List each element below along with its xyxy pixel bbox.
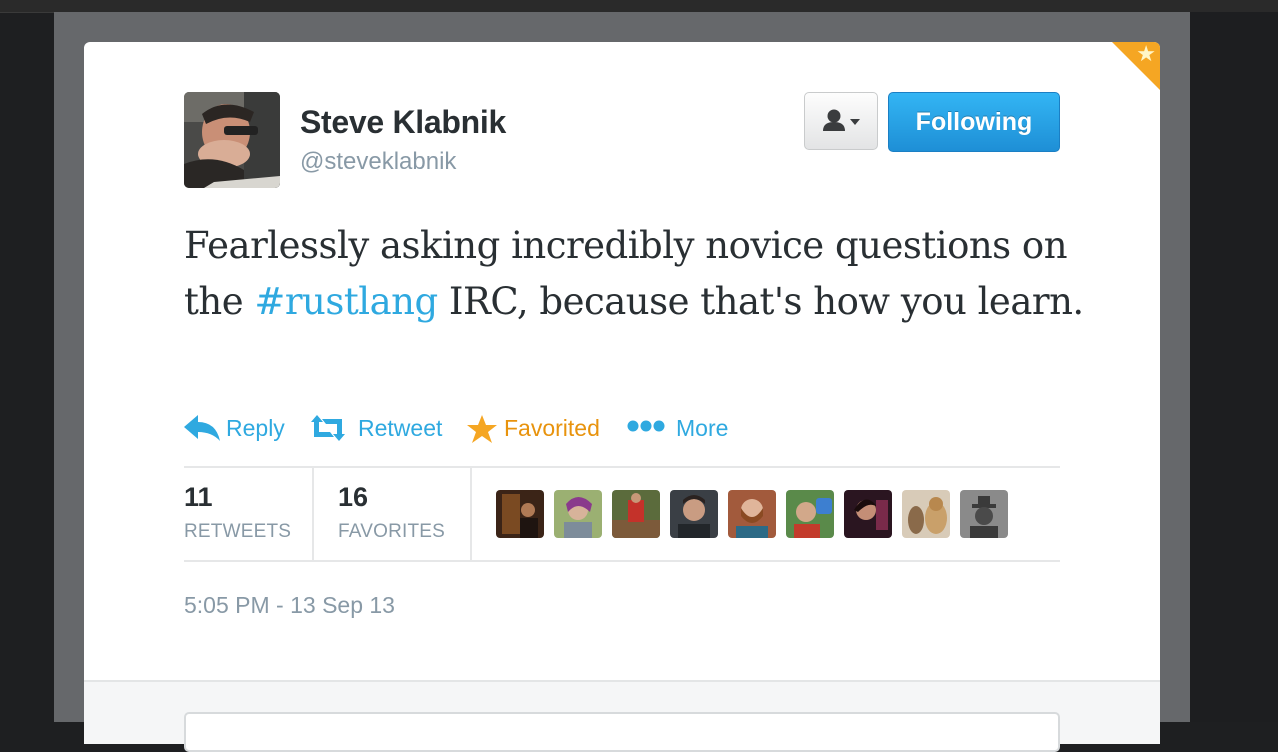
favoriter-image [728, 490, 776, 538]
favoriter-avatar[interactable] [554, 490, 602, 538]
more-dots-icon [627, 420, 665, 432]
tweet-timestamp[interactable]: 5:05 PM - 13 Sep 13 [184, 592, 395, 619]
favoriter-image [496, 490, 544, 538]
favoriter-image [670, 490, 718, 538]
page-side-background [1190, 12, 1278, 722]
favoriter-avatar[interactable] [786, 490, 834, 538]
author-handle[interactable]: @steveklabnik [300, 148, 456, 176]
favoriter-image [844, 490, 892, 538]
retweets-count: 11 [184, 482, 213, 512]
hashtag-link[interactable]: #rustlang [254, 280, 438, 323]
tweet-text: Fearlessly asking incredibly novice ques… [184, 218, 1084, 330]
favoriter-avatar[interactable] [670, 490, 718, 538]
author-avatar[interactable] [184, 92, 280, 188]
retweet-icon [311, 415, 345, 441]
reply-input[interactable] [184, 712, 1060, 752]
following-button[interactable]: Following [888, 92, 1060, 152]
avatar-image [184, 92, 280, 188]
person-icon [823, 109, 860, 131]
tweet-card: ★ Steve Klabnik @steveklabnik Following … [84, 42, 1160, 752]
reply-icon [184, 415, 220, 441]
favorites-count: 16 [338, 482, 369, 512]
favoriter-image [554, 490, 602, 538]
favoriter-avatar[interactable] [612, 490, 660, 538]
favorited-corner-badge: ★ [1112, 42, 1160, 90]
user-actions-dropdown-button[interactable] [804, 92, 878, 150]
favorite-label: Favorited [504, 415, 600, 441]
favoriter-image [960, 490, 1008, 538]
divider [184, 560, 1060, 562]
favoriter-image [612, 490, 660, 538]
reply-area [84, 680, 1160, 752]
favoriter-avatar[interactable] [960, 490, 1008, 538]
star-icon [467, 415, 497, 443]
author-name[interactable]: Steve Klabnik [300, 104, 506, 141]
retweets-label: RETWEETS [184, 521, 292, 542]
divider [184, 466, 1060, 468]
favoriter-avatar[interactable] [902, 490, 950, 538]
favoriter-avatar[interactable] [844, 490, 892, 538]
retweet-label: Retweet [358, 415, 443, 441]
more-label: More [676, 415, 729, 441]
stat-divider [470, 468, 472, 560]
tweet-text-after: IRC, because that's how you learn. [437, 280, 1084, 323]
favoriter-avatar[interactable] [728, 490, 776, 538]
chevron-down-icon [850, 119, 860, 125]
favoriter-image [902, 490, 950, 538]
favorites-stat[interactable]: 16 FAVORITES [338, 482, 445, 543]
favorites-label: FAVORITES [338, 521, 446, 542]
stat-divider [312, 468, 314, 560]
retweets-stat[interactable]: 11 RETWEETS [184, 482, 291, 543]
favoriter-image [786, 490, 834, 538]
star-icon: ★ [1136, 42, 1156, 67]
favoriter-avatar[interactable] [496, 490, 544, 538]
reply-label: Reply [226, 415, 285, 441]
